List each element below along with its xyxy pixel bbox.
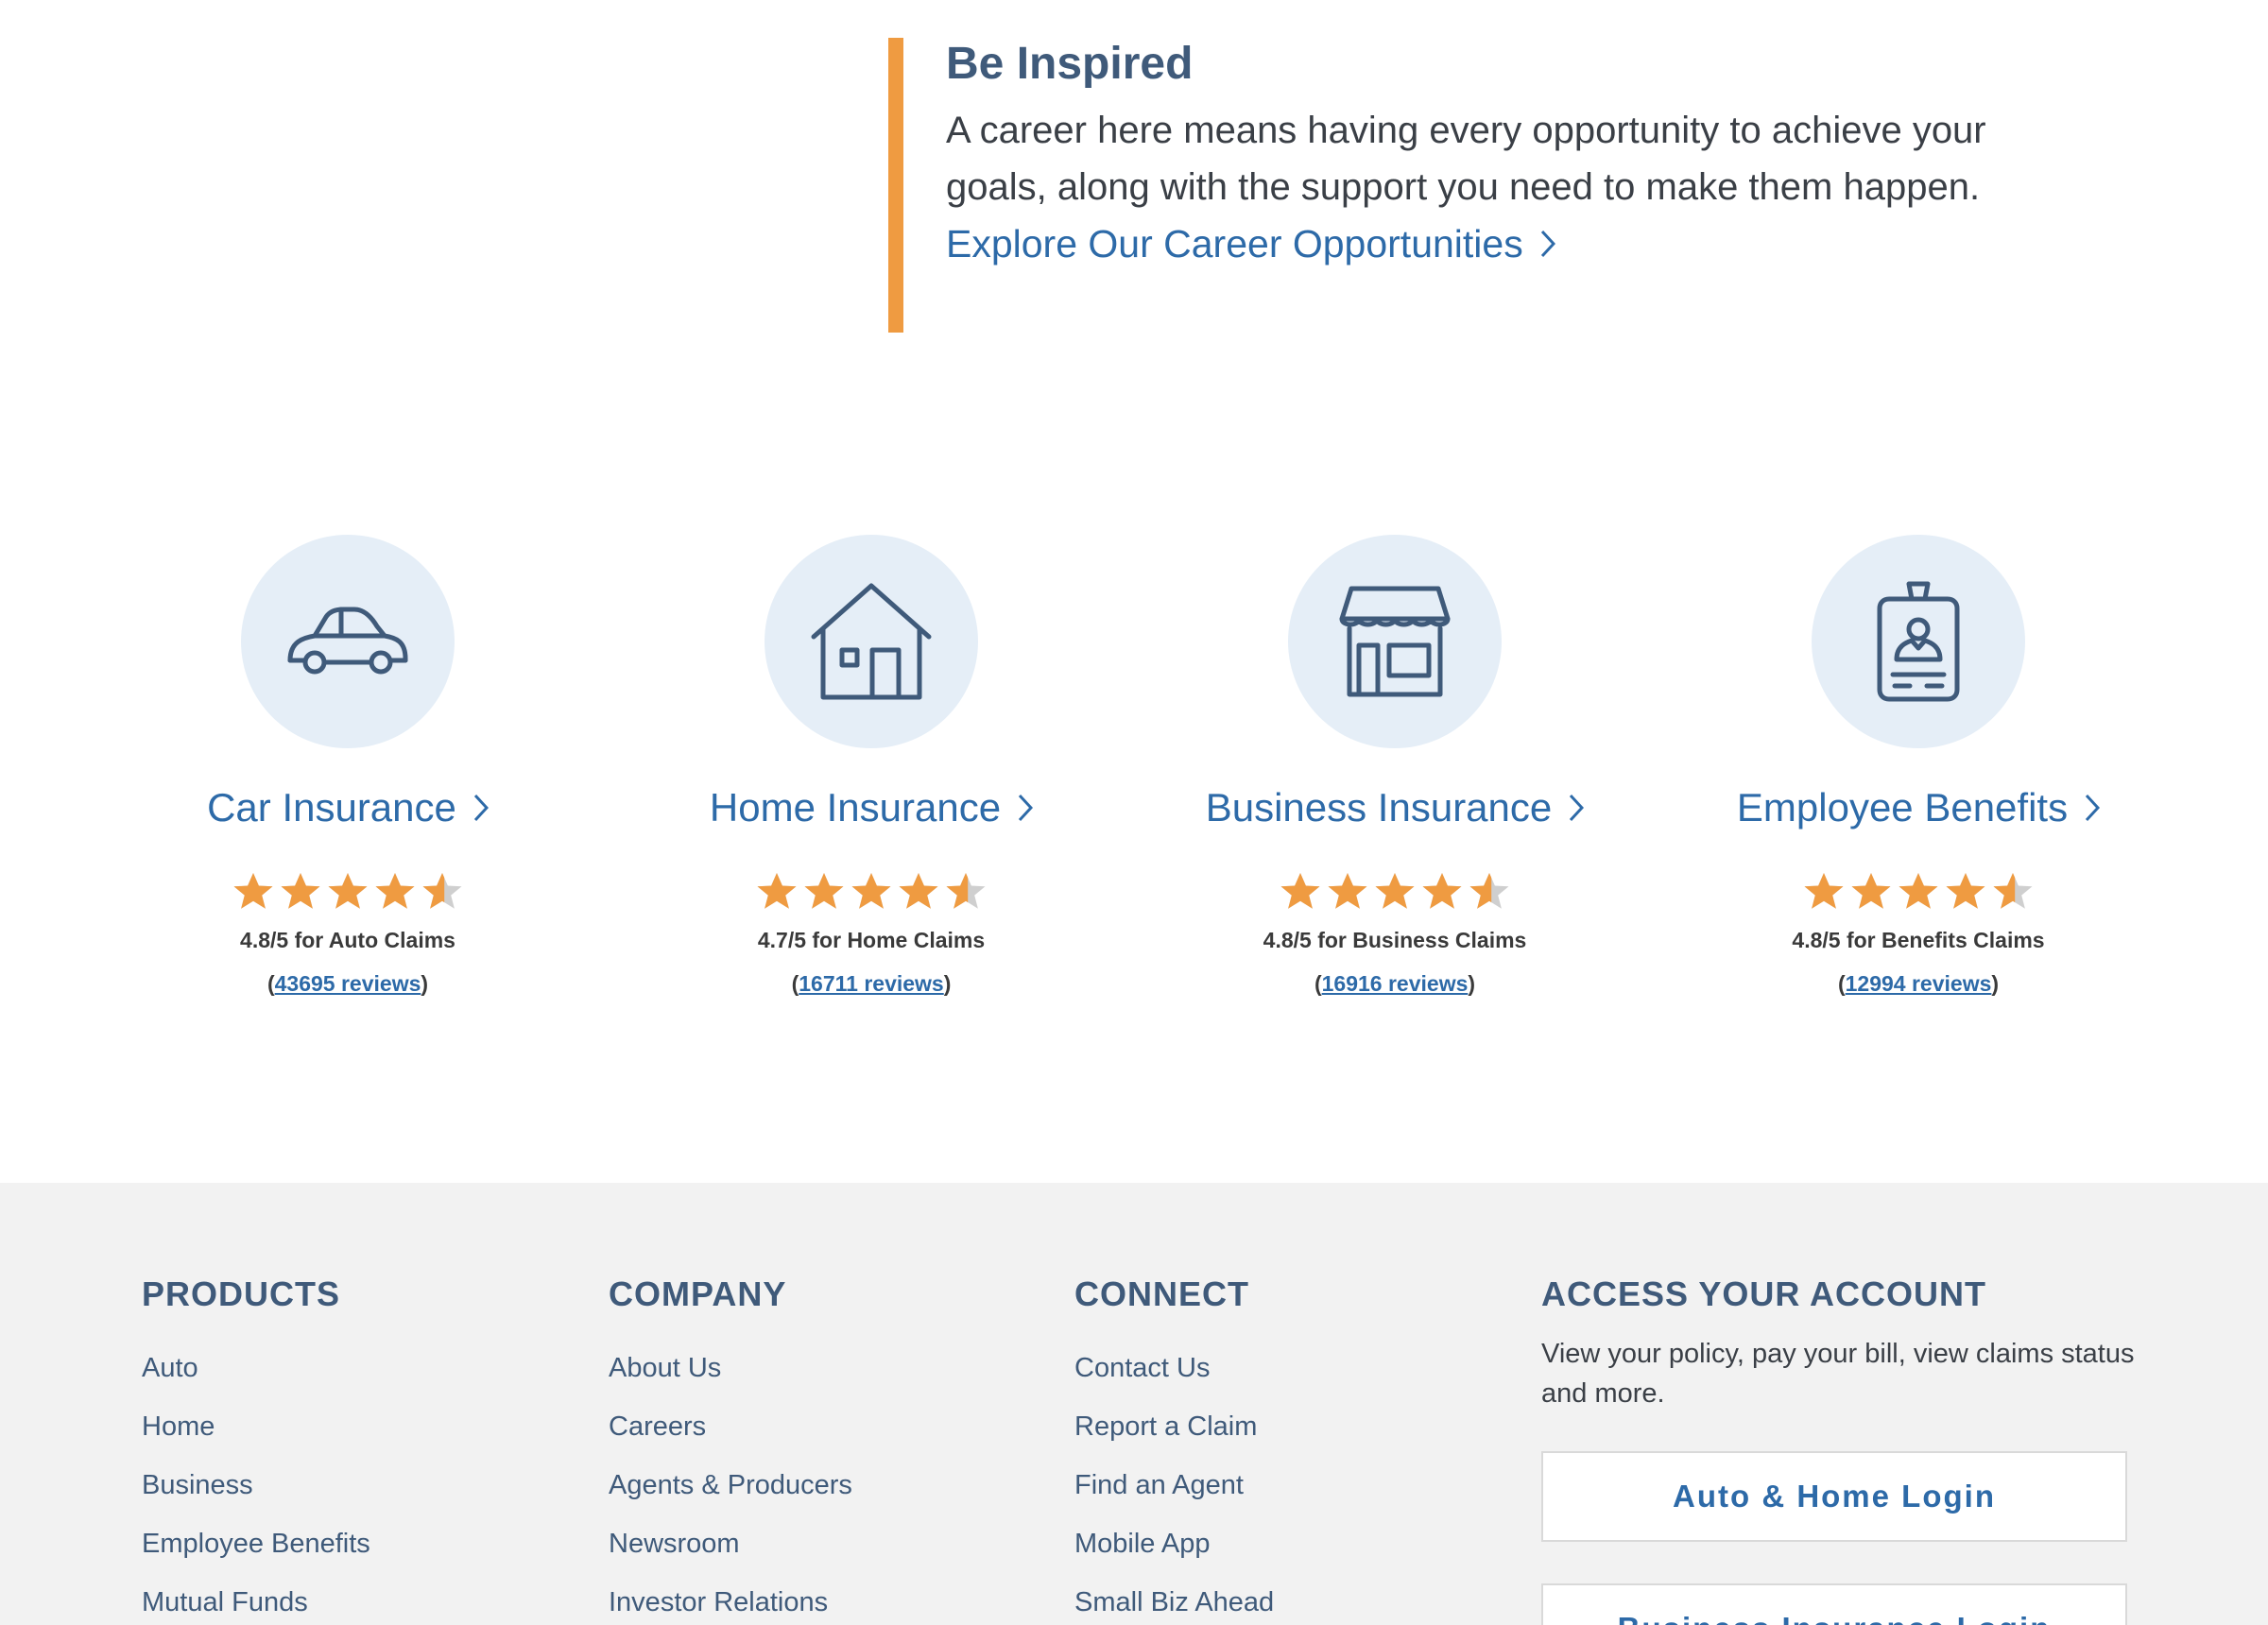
employee-benefits-link[interactable]: Employee Benefits xyxy=(1736,784,2101,831)
footer-link-report-claim[interactable]: Report a Claim xyxy=(1074,1411,1257,1442)
star-icon xyxy=(946,873,986,909)
star-icon xyxy=(1280,873,1320,909)
footer-col-products: PRODUCTS Auto Home Business Employee Ben… xyxy=(142,1275,370,1625)
business-insurance-label: Business Insurance xyxy=(1205,785,1553,830)
star-icon xyxy=(1851,873,1891,909)
footer-heading-connect: CONNECT xyxy=(1074,1274,1249,1313)
chevron-right-icon xyxy=(473,794,489,822)
star-icon xyxy=(851,873,891,909)
star-rating xyxy=(83,871,612,915)
star-icon xyxy=(1328,873,1367,909)
account-description: View your policy, pay your bill, view cl… xyxy=(1541,1339,2135,1409)
footer-list-company: About Us Careers Agents & Producers News… xyxy=(609,1349,852,1621)
chevron-right-icon xyxy=(1018,794,1034,822)
id-badge-icon xyxy=(1877,581,1960,702)
footer-link-contact-us[interactable]: Contact Us xyxy=(1074,1353,1210,1383)
reviews-line: (12994 reviews) xyxy=(1837,971,2000,996)
footer-col-connect: CONNECT Contact Us Report a Claim Find a… xyxy=(1074,1275,1274,1625)
car-insurance-label: Car Insurance xyxy=(207,785,456,830)
star-icon xyxy=(1422,873,1462,909)
star-icon xyxy=(1804,873,1844,909)
reviews-link[interactable]: 16916 reviews xyxy=(1322,971,1469,996)
footer-col-company: COMPANY About Us Careers Agents & Produc… xyxy=(609,1275,852,1625)
footer-link-careers[interactable]: Careers xyxy=(609,1411,706,1442)
footer-link-about-us[interactable]: About Us xyxy=(609,1353,721,1383)
footer-link-small-biz-ahead[interactable]: Small Biz Ahead xyxy=(1074,1587,1274,1617)
star-icon xyxy=(1993,873,2033,909)
footer-heading-account: ACCESS YOUR ACCOUNT xyxy=(1541,1274,1987,1313)
rating-text: 4.8/5 for Business Claims xyxy=(1263,928,1527,952)
product-icon-circle xyxy=(241,535,455,748)
home-insurance-link[interactable]: Home Insurance xyxy=(709,784,1034,831)
reviews-line: (16916 reviews) xyxy=(1314,971,1476,996)
reviews-link[interactable]: 43695 reviews xyxy=(275,971,421,996)
star-icon xyxy=(804,873,844,909)
car-icon xyxy=(287,607,408,675)
rating-text: 4.7/5 for Home Claims xyxy=(757,928,986,952)
site-footer: PRODUCTS Auto Home Business Employee Ben… xyxy=(0,1183,2268,1625)
footer-link-investor-relations[interactable]: Investor Relations xyxy=(609,1587,828,1617)
product-card-employee-benefits: Employee Benefits 4.8/5 for Benefits Cla… xyxy=(1654,535,2183,998)
reviews-link[interactable]: 16711 reviews xyxy=(799,971,943,996)
footer-link-employee-benefits[interactable]: Employee Benefits xyxy=(142,1529,370,1559)
rating-text: 4.8/5 for Benefits Claims xyxy=(1792,928,2045,952)
be-inspired-body: A career here means having every opportu… xyxy=(946,110,1986,208)
footer-col-account: ACCESS YOUR ACCOUNT View your policy, pa… xyxy=(1541,1275,2146,1625)
star-icon xyxy=(1375,873,1415,909)
be-inspired-heading: Be Inspired xyxy=(946,39,1194,89)
rating-text: 4.8/5 for Auto Claims xyxy=(240,928,455,952)
reviews-link[interactable]: 12994 reviews xyxy=(1846,971,1992,996)
product-card-car: Car Insurance 4.8/5 for Auto Claims (436… xyxy=(83,535,612,998)
footer-link-auto[interactable]: Auto xyxy=(142,1353,198,1383)
footer-link-newsroom[interactable]: Newsroom xyxy=(609,1529,740,1559)
star-icon xyxy=(1899,873,1938,909)
star-icon xyxy=(281,873,320,909)
footer-heading-company: COMPANY xyxy=(609,1274,787,1313)
product-icon-circle xyxy=(1812,535,2025,748)
business-insurance-login-button[interactable]: Business Insurance Login xyxy=(1541,1583,2127,1625)
home-insurance-label: Home Insurance xyxy=(709,785,1002,830)
star-icon xyxy=(1469,873,1509,909)
car-insurance-link[interactable]: Car Insurance xyxy=(207,784,489,831)
products-section: Car Insurance 4.8/5 for Auto Claims (436… xyxy=(0,535,2268,1007)
footer-link-business[interactable]: Business xyxy=(142,1470,253,1500)
star-icon xyxy=(757,873,797,909)
employee-benefits-label: Employee Benefits xyxy=(1736,785,2069,830)
star-icon xyxy=(422,873,462,909)
footer-link-mobile-app[interactable]: Mobile App xyxy=(1074,1529,1211,1559)
product-card-business: Business Insurance 4.8/5 for Business Cl… xyxy=(1130,535,1659,998)
star-icon xyxy=(328,873,368,909)
product-icon-circle xyxy=(1288,535,1502,748)
star-icon xyxy=(233,873,273,909)
footer-list-connect: Contact Us Report a Claim Find an Agent … xyxy=(1074,1349,1274,1621)
chevron-right-icon xyxy=(1570,794,1585,822)
chevron-right-icon xyxy=(2085,794,2101,822)
be-inspired-section: Be Inspired A career here means having e… xyxy=(888,38,2022,333)
star-icon xyxy=(375,873,415,909)
footer-link-agents-producers[interactable]: Agents & Producers xyxy=(609,1470,852,1500)
footer-link-mutual-funds[interactable]: Mutual Funds xyxy=(142,1587,308,1617)
footer-link-home[interactable]: Home xyxy=(142,1411,215,1442)
star-rating xyxy=(607,871,1136,915)
footer-heading-products: PRODUCTS xyxy=(142,1274,341,1313)
footer-link-find-agent[interactable]: Find an Agent xyxy=(1074,1470,1244,1500)
star-rating xyxy=(1654,871,2183,915)
star-icon xyxy=(899,873,938,909)
product-card-home: Home Insurance 4.7/5 for Home Claims (16… xyxy=(607,535,1136,998)
house-icon xyxy=(811,583,932,700)
star-icon xyxy=(1946,873,1985,909)
explore-careers-link[interactable]: Explore Our Career Opportunities xyxy=(946,215,1555,272)
business-insurance-link[interactable]: Business Insurance xyxy=(1206,784,1585,831)
reviews-line: (16711 reviews) xyxy=(791,971,952,996)
star-rating xyxy=(1130,871,1659,915)
product-icon-circle xyxy=(765,535,978,748)
reviews-line: (43695 reviews) xyxy=(266,971,429,996)
chevron-right-icon xyxy=(1540,230,1555,258)
explore-careers-label: Explore Our Career Opportunities xyxy=(946,222,1523,265)
footer-list-products: Auto Home Business Employee Benefits Mut… xyxy=(142,1349,370,1621)
auto-home-login-button[interactable]: Auto & Home Login xyxy=(1541,1451,2127,1542)
storefront-icon xyxy=(1339,586,1451,697)
accent-bar xyxy=(888,38,903,333)
be-inspired-content: Be Inspired A career here means having e… xyxy=(946,38,2033,272)
